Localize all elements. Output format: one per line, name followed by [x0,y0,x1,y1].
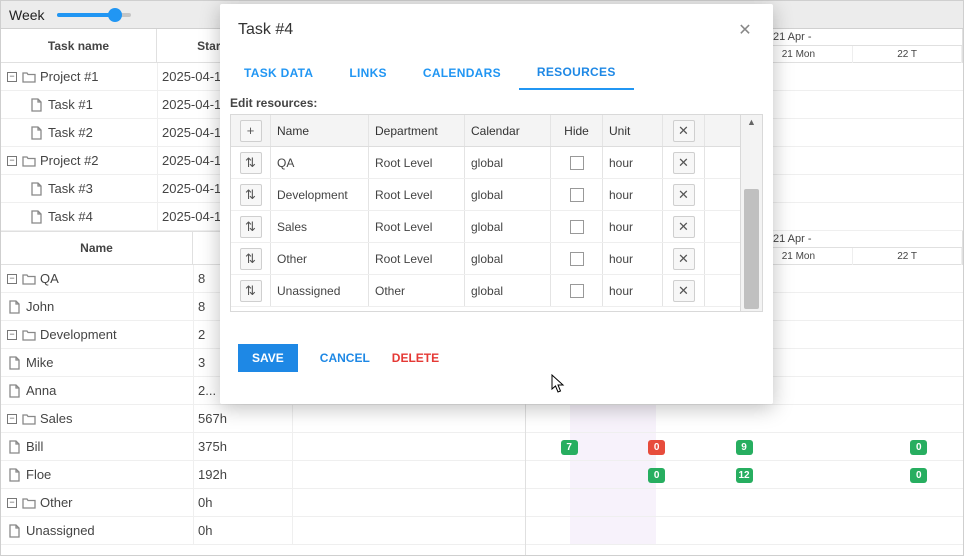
res-cal-cell[interactable]: global [465,211,551,242]
drag-handle-icon[interactable]: ⇅ [240,152,262,174]
res-unit-cell[interactable]: hour [603,243,663,274]
close-icon[interactable]: ✕ [735,20,755,40]
res-cal-cell[interactable]: global [465,275,551,306]
row-delete-icon[interactable]: ✕ [673,152,695,174]
col-res-cal[interactable]: Calendar [465,115,551,146]
res-name-cell[interactable]: Development [271,179,369,210]
tab-resources[interactable]: RESOURCES [519,56,634,90]
resource-table-row: ⇅ QARoot Levelglobal hour ✕ [231,147,740,179]
hide-checkbox[interactable] [570,220,584,234]
drag-handle-icon[interactable]: ⇅ [240,280,262,302]
resource-table-row: ⇅ DevelopmentRoot Levelglobal hour ✕ [231,179,740,211]
res-dept-cell[interactable]: Root Level [369,179,465,210]
scroll-up-icon[interactable]: ▲ [741,115,762,129]
res-cal-cell[interactable]: global [465,243,551,274]
col-res-dept[interactable]: Department [369,115,465,146]
hide-checkbox[interactable] [570,156,584,170]
res-name-cell[interactable]: Unassigned [271,275,369,306]
tab-links[interactable]: LINKS [331,56,405,90]
res-name-cell[interactable]: Other [271,243,369,274]
res-unit-cell[interactable]: hour [603,179,663,210]
res-dept-cell[interactable]: Root Level [369,211,465,242]
row-delete-icon[interactable]: ✕ [673,216,695,238]
cancel-button[interactable]: CANCEL [320,351,370,365]
add-resource-button[interactable]: + [240,120,262,142]
drag-handle-icon[interactable]: ⇅ [240,248,262,270]
res-dept-cell[interactable]: Root Level [369,243,465,274]
col-res-hide[interactable]: Hide [551,115,603,146]
drag-handle-icon[interactable]: ⇅ [240,216,262,238]
drag-handle-icon[interactable]: ⇅ [240,184,262,206]
tab-task-data[interactable]: TASK DATA [226,56,331,90]
res-cal-cell[interactable]: global [465,179,551,210]
hide-checkbox[interactable] [570,252,584,266]
res-unit-cell[interactable]: hour [603,275,663,306]
col-res-name[interactable]: Name [271,115,369,146]
res-dept-cell[interactable]: Other [369,275,465,306]
row-delete-icon[interactable]: ✕ [673,280,695,302]
col-res-unit[interactable]: Unit [603,115,663,146]
delete-button[interactable]: DELETE [392,351,439,365]
save-button[interactable]: SAVE [238,344,298,372]
res-unit-cell[interactable]: hour [603,211,663,242]
edit-resources-label: Edit resources: [220,90,773,114]
res-name-cell[interactable]: Sales [271,211,369,242]
task-lightbox: Task #4 ✕ TASK DATA LINKS CALENDARS RESO… [220,4,773,404]
hide-checkbox[interactable] [570,188,584,202]
scroll-thumb[interactable] [744,189,759,309]
row-delete-icon[interactable]: ✕ [673,184,695,206]
row-delete-icon[interactable]: ✕ [673,248,695,270]
resource-table-row: ⇅ OtherRoot Levelglobal hour ✕ [231,243,740,275]
resource-table-row: ⇅ UnassignedOtherglobal hour ✕ [231,275,740,307]
res-name-cell[interactable]: QA [271,147,369,178]
lightbox-title: Task #4 [238,21,293,39]
delete-all-button[interactable]: ✕ [673,120,695,142]
res-unit-cell[interactable]: hour [603,147,663,178]
resource-table-row: ⇅ SalesRoot Levelglobal hour ✕ [231,211,740,243]
res-cal-cell[interactable]: global [465,147,551,178]
res-scrollbar[interactable]: ▲ ▼ [740,115,762,311]
res-dept-cell[interactable]: Root Level [369,147,465,178]
hide-checkbox[interactable] [570,284,584,298]
tab-calendars[interactable]: CALENDARS [405,56,519,90]
